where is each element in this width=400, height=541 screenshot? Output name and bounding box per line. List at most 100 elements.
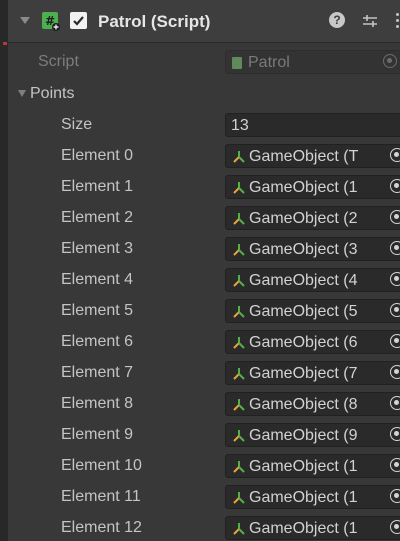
gameobject-value: GameObject (T bbox=[249, 148, 359, 165]
element-label: Element 7 bbox=[61, 364, 134, 381]
element-label: Element 8 bbox=[61, 395, 134, 412]
gameobject-icon bbox=[233, 430, 245, 442]
gameobject-field[interactable]: GameObject (2 bbox=[225, 206, 400, 230]
gameobject-icon bbox=[233, 306, 245, 318]
element-label: Element 0 bbox=[61, 147, 134, 164]
checkmark-icon bbox=[73, 16, 84, 26]
enable-checkbox[interactable] bbox=[70, 12, 87, 29]
object-picker-icon[interactable] bbox=[390, 427, 400, 441]
gameobject-value: GameObject (9 bbox=[249, 427, 358, 444]
element-row: Element 12 GameObject (1 bbox=[8, 512, 400, 541]
object-picker-icon[interactable] bbox=[390, 179, 400, 193]
inspector-left-edge bbox=[0, 0, 8, 541]
object-picker-icon bbox=[383, 54, 397, 68]
gameobject-icon bbox=[233, 213, 245, 225]
gameobject-icon bbox=[233, 492, 245, 504]
gameobject-field[interactable]: GameObject (1 bbox=[225, 516, 400, 540]
element-label: Element 9 bbox=[61, 426, 134, 443]
object-picker-icon[interactable] bbox=[390, 272, 400, 286]
foldout-arrow-icon[interactable] bbox=[20, 17, 30, 24]
script-row: Script Patrol bbox=[8, 46, 400, 77]
gameobject-field[interactable]: GameObject (1 bbox=[225, 485, 400, 509]
preset-settings-icon[interactable] bbox=[362, 13, 378, 29]
size-value: 13 bbox=[231, 117, 249, 134]
gameobject-value: GameObject (4 bbox=[249, 272, 358, 289]
component-title: Patrol (Script) bbox=[98, 12, 211, 31]
inspector-panel: # Patrol (Script) ? Script Patrol Points… bbox=[0, 0, 400, 541]
gameobject-field[interactable]: GameObject (T bbox=[225, 144, 400, 168]
gameobject-field[interactable]: GameObject (4 bbox=[225, 268, 400, 292]
element-row: Element 4 GameObject (4 bbox=[8, 264, 400, 295]
cs-script-icon: # bbox=[42, 12, 60, 31]
object-picker-icon[interactable] bbox=[390, 210, 400, 224]
modified-marker bbox=[3, 42, 7, 45]
object-picker-icon[interactable] bbox=[390, 303, 400, 317]
element-label: Element 3 bbox=[61, 240, 134, 257]
gameobject-field[interactable]: GameObject (1 bbox=[225, 454, 400, 478]
points-label: Points bbox=[30, 85, 75, 102]
kebab-menu-icon[interactable] bbox=[396, 13, 400, 29]
gameobject-icon bbox=[233, 275, 245, 287]
gameobject-value: GameObject (8 bbox=[249, 396, 358, 413]
element-label: Element 4 bbox=[61, 271, 134, 288]
script-field: Patrol bbox=[225, 50, 400, 74]
size-row: Size 13 bbox=[8, 109, 400, 140]
component-header[interactable]: # Patrol (Script) ? bbox=[8, 0, 400, 43]
object-picker-icon[interactable] bbox=[390, 148, 400, 162]
element-row: Element 11 GameObject (1 bbox=[8, 481, 400, 512]
element-row: Element 1 GameObject (1 bbox=[8, 171, 400, 202]
gameobject-field[interactable]: GameObject (5 bbox=[225, 299, 400, 323]
object-picker-icon[interactable] bbox=[390, 241, 400, 255]
points-foldout-arrow-icon[interactable] bbox=[18, 90, 26, 97]
gameobject-value: GameObject (1 bbox=[249, 489, 358, 506]
size-label: Size bbox=[61, 116, 93, 133]
gameobject-icon bbox=[233, 399, 245, 411]
gameobject-icon bbox=[233, 368, 245, 380]
element-row: Element 6 GameObject (6 bbox=[8, 326, 400, 357]
element-row: Element 10 GameObject (1 bbox=[8, 450, 400, 481]
gameobject-field[interactable]: GameObject (9 bbox=[225, 423, 400, 447]
object-picker-icon[interactable] bbox=[390, 334, 400, 348]
gameobject-field[interactable]: GameObject (8 bbox=[225, 392, 400, 416]
gameobject-field[interactable]: GameObject (1 bbox=[225, 175, 400, 199]
object-picker-icon[interactable] bbox=[390, 396, 400, 410]
gameobject-value: GameObject (1 bbox=[249, 179, 358, 196]
element-label: Element 11 bbox=[61, 488, 141, 505]
element-row: Element 9 GameObject (9 bbox=[8, 419, 400, 450]
gameobject-value: GameObject (1 bbox=[249, 520, 358, 537]
element-label: Element 12 bbox=[61, 519, 142, 536]
gameobject-field[interactable]: GameObject (7 bbox=[225, 361, 400, 385]
element-row: Element 0 GameObject (T bbox=[8, 140, 400, 171]
gameobject-value: GameObject (7 bbox=[249, 365, 358, 382]
object-picker-icon[interactable] bbox=[390, 458, 400, 472]
gameobject-field[interactable]: GameObject (3 bbox=[225, 237, 400, 261]
size-input[interactable]: 13 bbox=[225, 113, 400, 137]
gameobject-value: GameObject (3 bbox=[249, 241, 358, 258]
element-label: Element 10 bbox=[61, 457, 142, 474]
object-picker-icon[interactable] bbox=[390, 520, 400, 534]
gameobject-value: GameObject (2 bbox=[249, 210, 358, 227]
gameobject-value: GameObject (6 bbox=[249, 334, 358, 351]
element-row: Element 7 GameObject (7 bbox=[8, 357, 400, 388]
element-label: Element 6 bbox=[61, 333, 134, 350]
object-picker-icon[interactable] bbox=[390, 365, 400, 379]
script-value: Patrol bbox=[248, 54, 290, 71]
gameobject-icon bbox=[233, 244, 245, 256]
gameobject-icon bbox=[233, 337, 245, 349]
gameobject-icon bbox=[233, 461, 245, 473]
element-label: Element 1 bbox=[61, 178, 134, 195]
element-row: Element 5 GameObject (5 bbox=[8, 295, 400, 326]
gameobject-icon bbox=[233, 151, 245, 163]
help-icon[interactable]: ? bbox=[329, 12, 345, 28]
script-label: Script bbox=[38, 53, 79, 70]
points-row[interactable]: Points bbox=[8, 78, 400, 109]
script-file-icon bbox=[232, 57, 242, 69]
gameobject-field[interactable]: GameObject (6 bbox=[225, 330, 400, 354]
gameobject-icon bbox=[233, 182, 245, 194]
gameobject-value: GameObject (1 bbox=[249, 458, 358, 475]
object-picker-icon[interactable] bbox=[390, 489, 400, 503]
gameobject-icon bbox=[233, 523, 245, 535]
element-row: Element 8 GameObject (8 bbox=[8, 388, 400, 419]
element-row: Element 2 GameObject (2 bbox=[8, 202, 400, 233]
element-row: Element 3 GameObject (3 bbox=[8, 233, 400, 264]
